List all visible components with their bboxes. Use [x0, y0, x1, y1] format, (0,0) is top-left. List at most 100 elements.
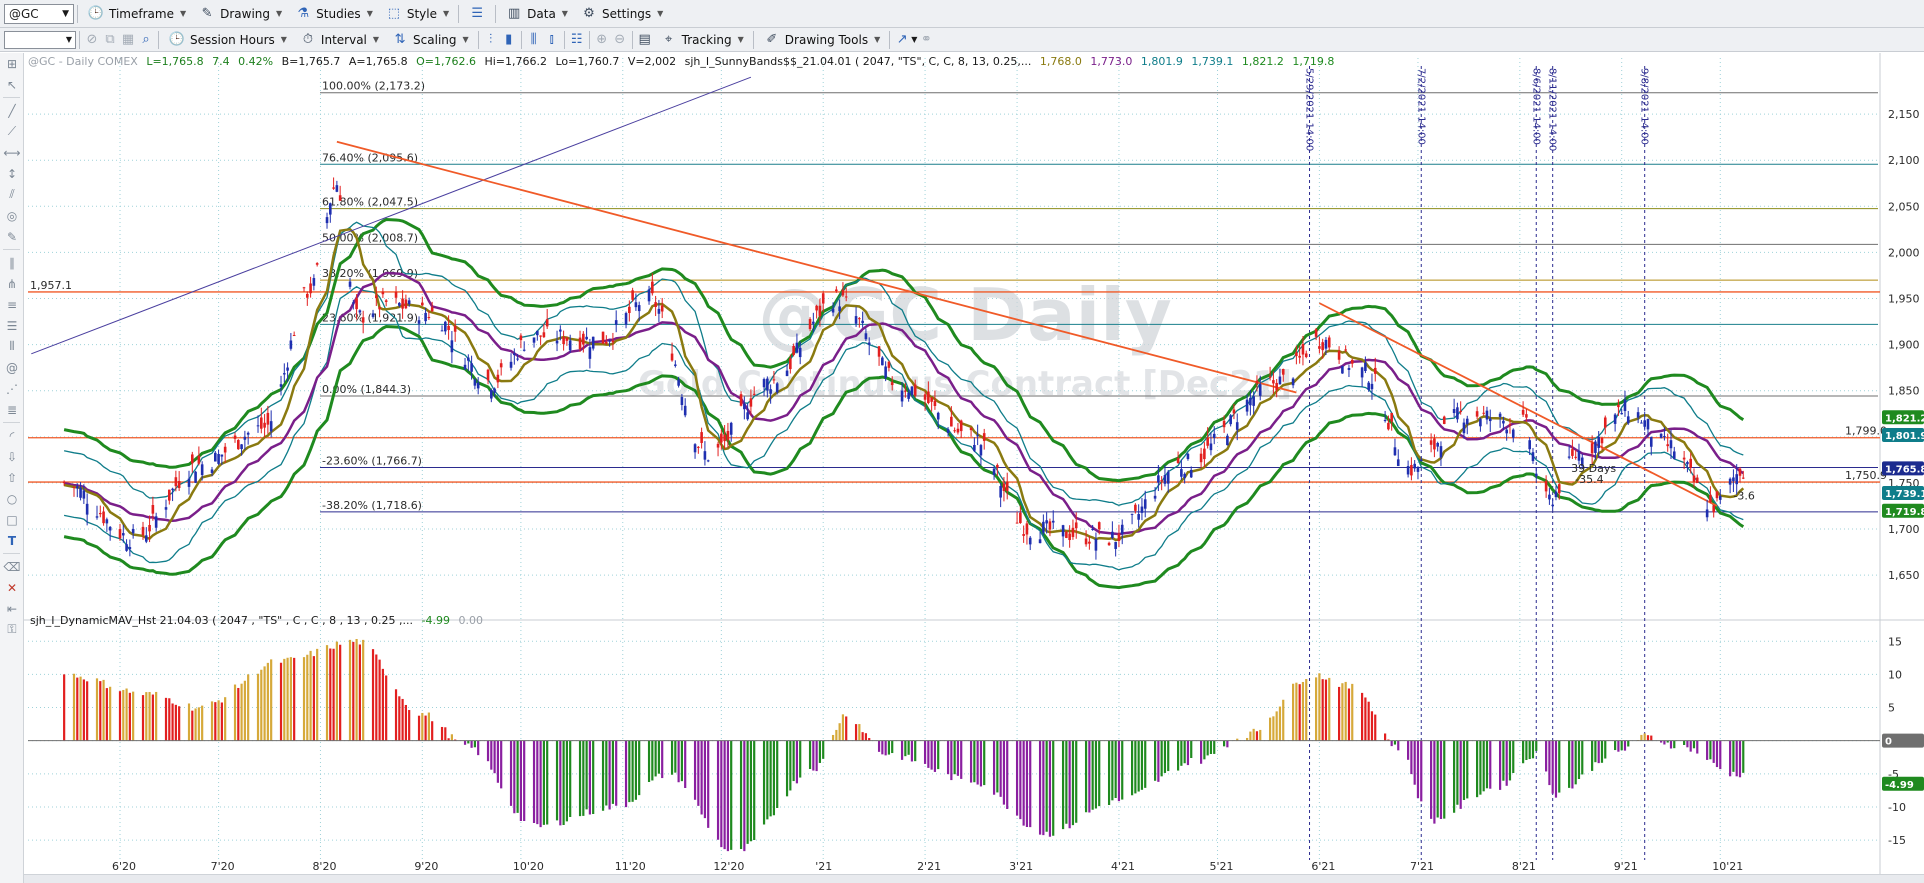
- candle-body: [1226, 435, 1229, 446]
- price-tick-label: 1,850: [1888, 385, 1920, 398]
- candle-body: [536, 330, 539, 336]
- candle-body: [611, 340, 615, 343]
- horizontal-line-label: 1,957.1: [30, 279, 72, 292]
- candle-body: [1505, 429, 1508, 434]
- candle-body: [588, 347, 592, 359]
- candle-body: [890, 382, 894, 386]
- candle-body: [1114, 541, 1117, 549]
- price-tag: 1,719.8: [1885, 507, 1924, 518]
- candle-body: [992, 468, 996, 476]
- candle-body: [1669, 440, 1673, 449]
- time-tick-label: 8'20: [312, 860, 336, 873]
- candle-body: [1738, 468, 1742, 476]
- candle-body: [1160, 480, 1163, 482]
- legend-low: Lo=1,760.7: [555, 55, 620, 68]
- candle-body: [1298, 355, 1301, 358]
- candle-body: [1091, 528, 1094, 530]
- candle-body: [1337, 350, 1341, 360]
- candle-body: [815, 305, 818, 311]
- osc-tick-label: 15: [1888, 635, 1902, 648]
- candle-body: [1278, 376, 1282, 385]
- candle-body: [1741, 477, 1745, 479]
- candle-body: [1232, 409, 1236, 414]
- candle-body: [1163, 475, 1167, 484]
- fib-level-label: 61.80% (2,047.5): [322, 196, 418, 209]
- candle-body: [1255, 380, 1259, 384]
- candle-body: [1525, 414, 1528, 418]
- candle-body: [775, 383, 779, 393]
- candle-body: [562, 336, 565, 345]
- candle-body: [1571, 449, 1574, 456]
- legend-last: L=1,765.8: [146, 55, 204, 68]
- candle-body: [716, 443, 720, 448]
- candle-body: [693, 444, 697, 453]
- time-line-label: 5/29/2021 14:00: [1304, 68, 1315, 151]
- candle-body: [864, 333, 868, 340]
- legend-open: O=1,762.6: [416, 55, 476, 68]
- osc-tick-label: -15: [1888, 834, 1906, 847]
- candle-body: [1084, 538, 1088, 545]
- candle-body: [1028, 537, 1032, 545]
- candle-body: [1350, 359, 1354, 364]
- candle-body: [1482, 412, 1485, 414]
- candle-body: [1222, 420, 1226, 428]
- candle-body: [1705, 509, 1709, 518]
- fib-level-label: 76.40% (2,095.6): [322, 151, 418, 164]
- candle-body: [223, 446, 227, 453]
- candle-body: [1636, 412, 1640, 418]
- candle-body: [700, 432, 703, 443]
- candle-body: [1659, 433, 1663, 438]
- candle-body: [151, 505, 155, 514]
- candle-body: [1268, 376, 1272, 378]
- candle-body: [1511, 429, 1515, 438]
- candle-body: [1600, 437, 1604, 444]
- candle-body: [697, 446, 700, 448]
- horizontal-scrollbar[interactable]: [24, 874, 1924, 883]
- price-tag: 1,801.9: [1885, 431, 1924, 442]
- candle-body: [1364, 362, 1367, 372]
- candle-body: [1140, 506, 1144, 513]
- candle-body: [352, 302, 355, 304]
- candle-body: [361, 317, 365, 323]
- candle-body: [325, 217, 329, 224]
- candle-body: [1623, 399, 1627, 411]
- candle-body: [539, 335, 542, 337]
- candle-body: [1301, 344, 1305, 355]
- candle-body: [933, 400, 937, 407]
- candle-body: [884, 366, 887, 378]
- candle-body: [427, 317, 431, 319]
- candle-body: [499, 363, 503, 368]
- candle-body: [240, 444, 243, 450]
- candle-body: [976, 435, 979, 437]
- price-tick-label: 2,150: [1888, 108, 1920, 121]
- candle-body: [1005, 481, 1009, 491]
- candle-body: [62, 481, 66, 484]
- candle-body: [1577, 450, 1581, 461]
- price-tick-label: 2,050: [1888, 200, 1920, 213]
- candle-body: [1117, 533, 1121, 541]
- candle-body: [930, 397, 933, 402]
- candle-body: [1061, 525, 1065, 537]
- candle-body: [1341, 366, 1344, 374]
- candle-body: [559, 329, 562, 332]
- candle-body: [591, 336, 595, 349]
- candle-body: [1097, 522, 1101, 530]
- osc-tag-value: -4.99: [1885, 780, 1914, 791]
- candle-body: [1107, 542, 1111, 546]
- candle-body: [651, 281, 654, 294]
- candle-body: [338, 195, 342, 201]
- candle-body: [424, 312, 427, 322]
- candle-body: [959, 420, 963, 432]
- candle-body: [913, 384, 917, 396]
- chart-canvas[interactable]: 2,1502,1002,0502,0001,9501,9001,8501,800…: [0, 0, 1924, 883]
- time-line-label: 8/6/2021 14:00: [1530, 68, 1541, 145]
- candle-body: [1672, 451, 1676, 459]
- legend-volume: V=2,002: [627, 55, 677, 68]
- candle-body: [1383, 419, 1387, 421]
- candle-body: [1038, 539, 1042, 544]
- candle-body: [164, 507, 168, 510]
- candle-body: [490, 389, 493, 399]
- candle-body: [631, 290, 634, 300]
- candle-body: [956, 428, 960, 433]
- candle-body: [743, 403, 746, 410]
